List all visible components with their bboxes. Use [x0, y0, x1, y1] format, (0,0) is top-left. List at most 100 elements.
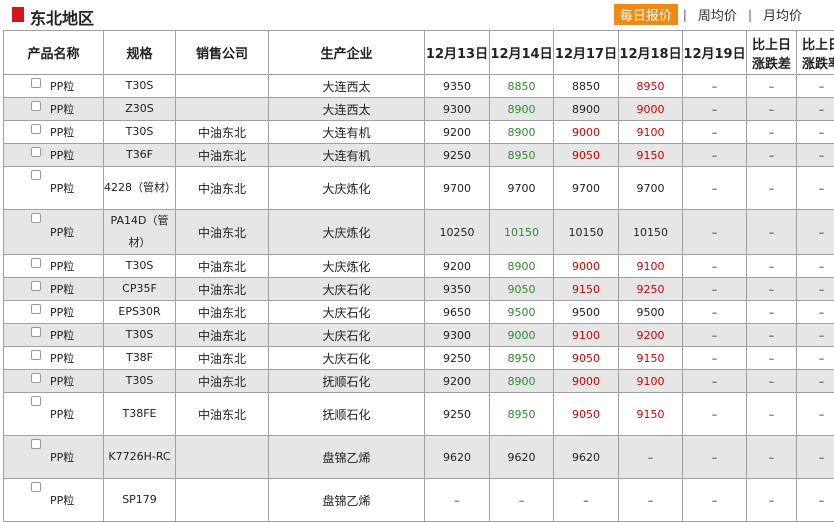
table-row: PP粒CP35F中油东北大庆石化9350905091509250––– [4, 278, 834, 301]
row-select-checkbox[interactable] [31, 439, 41, 449]
spec-cell: T30S [104, 121, 176, 144]
row-select-checkbox[interactable] [31, 78, 41, 88]
price-cell-date-2: 8950 [490, 393, 554, 436]
change-cell: – [747, 98, 797, 121]
page-title: 东北地区 [30, 5, 94, 29]
row-select-checkbox[interactable] [31, 258, 41, 268]
sales-company-cell: 中油东北 [176, 370, 269, 393]
region-header: 东北地区 每日报价 | 周均价 | 月均价 [0, 0, 834, 30]
spec-cell: SP179 [104, 479, 176, 522]
price-cell-date-3: 9620 [554, 436, 619, 479]
price-cell-date-1: 9350 [425, 75, 490, 98]
price-cell-date-2: 9000 [490, 324, 554, 347]
price-cell-date-1: 9300 [425, 324, 490, 347]
row-select-checkbox[interactable] [31, 147, 41, 157]
price-cell-date-2: 8950 [490, 144, 554, 167]
price-cell-date-5: – [683, 121, 747, 144]
spec-cell: 4228（管材） [104, 167, 176, 210]
product-name-cell: PP粒 [4, 479, 104, 522]
price-cell-date-3: 9150 [554, 278, 619, 301]
producer-cell: 大庆炼化 [269, 255, 425, 278]
spec-cell: EPS30R [104, 301, 176, 324]
row-select-checkbox[interactable] [31, 396, 41, 406]
producer-cell: 盘锦乙烯 [269, 436, 425, 479]
table-row: PP粒EPS30R中油东北大庆石化9650950095009500––– [4, 301, 834, 324]
price-cell-date-5: – [683, 167, 747, 210]
sales-company-cell [176, 436, 269, 479]
sales-company-cell [176, 479, 269, 522]
product-name-cell: PP粒 [4, 436, 104, 479]
price-cell-date-4: 8950 [619, 75, 683, 98]
product-name-cell: PP粒 [4, 347, 104, 370]
price-cell-date-1: 9300 [425, 98, 490, 121]
change-cell: – [747, 278, 797, 301]
price-cell-date-4: 10150 [619, 210, 683, 255]
price-cell-date-3: 9000 [554, 255, 619, 278]
price-cell-date-2: 10150 [490, 210, 554, 255]
column-header-date-4: 12月18日 [619, 31, 683, 75]
price-cell-date-2: 9050 [490, 278, 554, 301]
price-cell-date-5: – [683, 210, 747, 255]
price-cell-date-3: 9500 [554, 301, 619, 324]
row-select-checkbox[interactable] [31, 373, 41, 383]
table-row: PP粒T38FE中油东北抚顺石化9250895090509150––– [4, 393, 834, 436]
row-select-checkbox[interactable] [31, 281, 41, 291]
change-cell: – [747, 121, 797, 144]
price-cell-date-4: – [619, 479, 683, 522]
change-cell: – [747, 436, 797, 479]
price-cell-date-4: 9700 [619, 167, 683, 210]
change-rate-cell: – [797, 167, 834, 210]
price-cell-date-1: – [425, 479, 490, 522]
price-cell-date-2: 9500 [490, 301, 554, 324]
sales-company-cell: 中油东北 [176, 255, 269, 278]
row-select-checkbox[interactable] [31, 350, 41, 360]
price-cell-date-4: 9100 [619, 370, 683, 393]
price-cell-date-3: 8900 [554, 98, 619, 121]
producer-cell: 大庆石化 [269, 278, 425, 301]
price-cell-date-1: 9250 [425, 347, 490, 370]
price-cell-date-4: 9000 [619, 98, 683, 121]
row-select-checkbox[interactable] [31, 170, 41, 180]
change-rate-cell: – [797, 210, 834, 255]
table-row: PP粒T30S大连西太9350885088508950––– [4, 75, 834, 98]
row-select-checkbox[interactable] [31, 124, 41, 134]
price-cell-date-5: – [683, 255, 747, 278]
row-select-checkbox[interactable] [31, 327, 41, 337]
price-table: 产品名称 规格 销售公司 生产企业 12月13日 12月14日 12月17日 1… [3, 30, 834, 522]
row-select-checkbox[interactable] [31, 101, 41, 111]
price-cell-date-4: 9200 [619, 324, 683, 347]
product-name-cell: PP粒 [4, 324, 104, 347]
price-cell-date-5: – [683, 301, 747, 324]
change-cell: – [747, 167, 797, 210]
tab-weekly-average[interactable]: 周均价 [692, 4, 743, 25]
row-select-checkbox[interactable] [31, 482, 41, 492]
producer-cell: 抚顺石化 [269, 370, 425, 393]
tab-daily-quote[interactable]: 每日报价 [614, 4, 678, 25]
change-rate-cell: – [797, 479, 834, 522]
spec-cell: T38F [104, 347, 176, 370]
table-row: PP粒T30S中油东北抚顺石化9200890090009100––– [4, 370, 834, 393]
price-cell-date-4: 9100 [619, 255, 683, 278]
product-name-cell: PP粒 [4, 301, 104, 324]
price-cell-date-3: 9100 [554, 324, 619, 347]
row-select-checkbox[interactable] [31, 213, 41, 223]
price-cell-date-5: – [683, 370, 747, 393]
change-cell: – [747, 144, 797, 167]
price-cell-date-2: 8900 [490, 370, 554, 393]
producer-cell: 盘锦乙烯 [269, 479, 425, 522]
sales-company-cell: 中油东北 [176, 278, 269, 301]
column-header-change: 比上日涨跌差 [747, 31, 797, 75]
price-cell-date-1: 9250 [425, 393, 490, 436]
row-select-checkbox[interactable] [31, 304, 41, 314]
price-cell-date-5: – [683, 393, 747, 436]
price-cell-date-4: – [619, 436, 683, 479]
tab-monthly-average[interactable]: 月均价 [757, 4, 808, 25]
product-name-cell: PP粒 [4, 210, 104, 255]
column-header-producer: 生产企业 [269, 31, 425, 75]
price-cell-date-3: 10150 [554, 210, 619, 255]
spec-cell: T30S [104, 370, 176, 393]
producer-cell: 大庆石化 [269, 324, 425, 347]
table-row: PP粒T30S中油东北大庆炼化9200890090009100––– [4, 255, 834, 278]
change-rate-cell: – [797, 121, 834, 144]
product-name-label: PP粒 [4, 449, 74, 465]
